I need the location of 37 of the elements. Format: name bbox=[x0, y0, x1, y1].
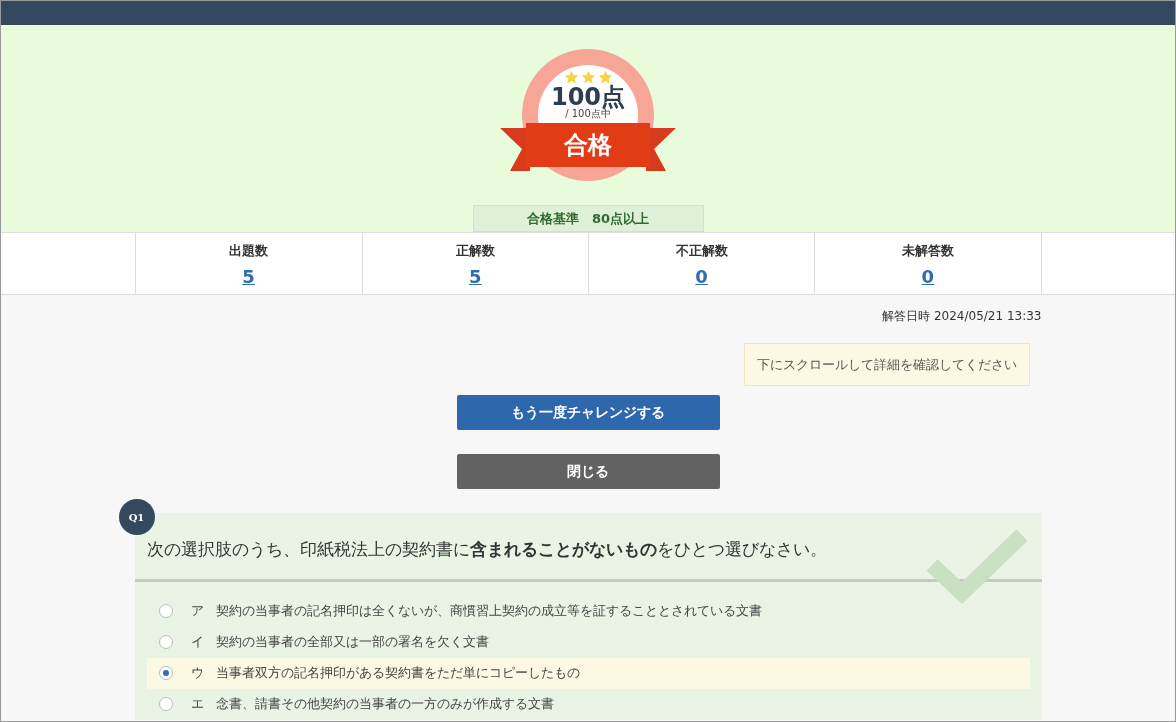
radio-button[interactable] bbox=[158, 697, 173, 711]
answer-date: 解答日時 2024/05/21 13:33 bbox=[882, 308, 1042, 325]
answer-option[interactable]: ア 契約の当事者の記名押印は全くないが、商慣習上契約の成立等を証することとされている文書 bbox=[146, 595, 1030, 627]
radio-button[interactable] bbox=[158, 635, 173, 649]
score-text: 100点 bbox=[550, 85, 626, 109]
close-button[interactable]: 閉じる bbox=[456, 454, 720, 489]
option-label: ウ bbox=[190, 664, 204, 683]
answer-option[interactable]: イ 契約の当事者の全部又は一部の署名を欠く文書 bbox=[146, 626, 1030, 658]
option-text: 契約の当事者の全部又は一部の署名を欠く文書 bbox=[215, 633, 489, 652]
star-icon bbox=[563, 70, 579, 85]
stat-link[interactable]: 0 bbox=[695, 262, 708, 290]
option-text: 当事者双方の記名押印がある契約書をただ単にコピーしたもの bbox=[215, 664, 580, 683]
radio-button[interactable] bbox=[158, 666, 173, 680]
stat-link[interactable]: 5 bbox=[242, 262, 255, 290]
score-total: / 100点中 bbox=[565, 109, 611, 119]
stat-link[interactable]: 5 bbox=[469, 262, 482, 290]
question-text: 次の選択肢のうち、印紙税法上の契約書に含まれることがないものをひとつ選びなさい。 bbox=[146, 539, 827, 559]
stat-label: 正解数 bbox=[455, 242, 495, 260]
answer-option[interactable]: エ 念書、請書その他契約の当事者の一方のみが作成する文書 bbox=[146, 688, 1030, 720]
pass-label: 合格 bbox=[563, 130, 613, 161]
radio-button[interactable] bbox=[158, 604, 173, 618]
star-icon bbox=[597, 70, 613, 85]
question-number-badge: Q1 bbox=[118, 499, 155, 535]
option-label: ア bbox=[190, 602, 204, 621]
option-text: 契約の当事者の記名押印は全くないが、商慣習上契約の成立等を証することとされている文書 bbox=[215, 602, 762, 621]
answer-option[interactable]: ウ 当事者双方の記名押印がある契約書をただ単にコピーしたもの bbox=[146, 657, 1030, 689]
option-label: イ bbox=[190, 633, 204, 652]
star-icon bbox=[580, 70, 596, 85]
option-text: 念書、請書その他契約の当事者の一方のみが作成する文書 bbox=[215, 695, 554, 714]
stat-link[interactable]: 0 bbox=[921, 262, 935, 290]
pass-criteria: 合格基準 80点以上 bbox=[472, 205, 704, 232]
retry-button[interactable]: もう一度チャレンジする bbox=[456, 395, 720, 430]
option-label: エ bbox=[190, 695, 204, 714]
stat-label: 未解答数 bbox=[901, 242, 954, 260]
scroll-notice: 下にスクロールして詳細を確認してください bbox=[743, 343, 1030, 386]
stat-label: 出題数 bbox=[229, 242, 269, 260]
stat-label: 不正解数 bbox=[675, 242, 728, 260]
